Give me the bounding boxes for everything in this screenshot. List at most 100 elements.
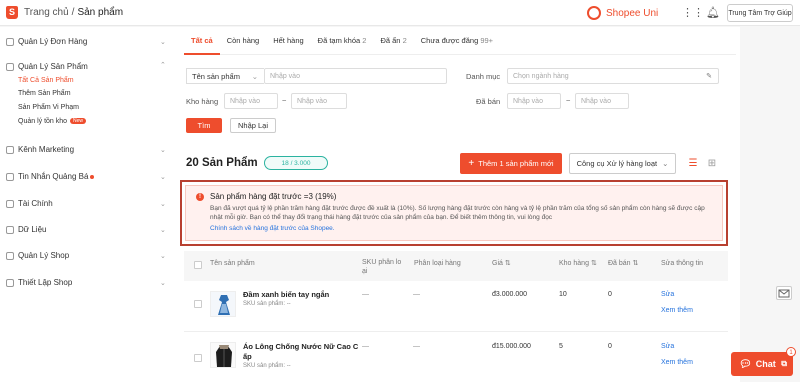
col-sku-var: SKU phân lo — [362, 259, 402, 266]
product-name-cont[interactable]: ấp — [243, 352, 252, 362]
sidebar-item-data[interactable]: Dữ Liệu — [6, 225, 46, 234]
product-quota-badge: 18 / 3.000 — [264, 156, 328, 170]
stock-cell: 10 — [559, 291, 567, 298]
pencil-icon: ✎ — [706, 73, 712, 80]
sidebar-subitem-add-product[interactable]: Thêm Sản Phẩm — [18, 90, 71, 97]
col-edit: Sửa thông tin — [661, 260, 704, 267]
new-badge: New — [70, 118, 87, 125]
tab-unpublished[interactable]: Chưa được đăng 99+ — [414, 27, 500, 55]
col-price[interactable]: Giá ⇅ — [492, 259, 511, 268]
chevron-down-icon[interactable]: ⌄ — [160, 173, 166, 181]
search-button[interactable]: Tìm — [186, 118, 222, 133]
bag-icon — [6, 62, 14, 71]
chevron-down-icon[interactable]: ⌄ — [160, 279, 166, 287]
wallet-icon — [6, 199, 14, 208]
chevron-down-icon[interactable]: ⌄ — [160, 38, 166, 46]
chevron-down-icon[interactable]: ⌄ — [160, 146, 166, 154]
view-more-link[interactable]: Xem thêm — [661, 359, 693, 366]
sidebar-item-orders[interactable]: Quản Lý Đơn Hàng — [6, 37, 87, 46]
breadcrumb-home[interactable]: Trang chủ — [24, 7, 69, 18]
placeholder: Nhập vào — [230, 97, 260, 105]
edit-link[interactable]: Sửa — [661, 291, 674, 298]
chevron-down-icon[interactable]: ⌄ — [160, 226, 166, 234]
price-cell: đ15.000.000 — [492, 343, 531, 350]
name-field-select[interactable]: Tên sản phẩm ⌄ — [186, 68, 264, 84]
placeholder: Nhập vào — [297, 97, 327, 105]
chart-icon — [6, 225, 14, 234]
name-search-input[interactable]: Nhập vào — [264, 68, 447, 84]
sidebar-item-settings[interactable]: Thiết Lập Shop — [6, 278, 72, 287]
sidebar-subitem-all-products[interactable]: Tất Cả Sản Phẩm — [18, 77, 74, 84]
placeholder: Chọn ngành hàng — [513, 72, 569, 80]
chevron-down-icon[interactable]: ⌄ — [160, 200, 166, 208]
row-checkbox[interactable] — [194, 300, 202, 308]
warning-title: Sản phẩm hàng đặt trước =3 (19%) — [210, 192, 337, 201]
sold-max-input[interactable]: Nhập vào — [575, 93, 629, 109]
notification-dot — [90, 174, 95, 179]
stock-max-input[interactable]: Nhập vào — [291, 93, 347, 109]
add-product-button[interactable]: + Thêm 1 sản phẩm mới — [460, 153, 562, 174]
message-icon — [6, 172, 14, 181]
col-stock[interactable]: Kho hàng ⇅ — [559, 259, 597, 268]
col-variant: Phân loại hàng — [414, 260, 461, 267]
preorder-policy-link[interactable]: Chính sách về hàng đặt trước của Shopee. — [210, 225, 335, 232]
edit-link[interactable]: Sửa — [661, 343, 674, 350]
bell-icon[interactable]: 🔔︎ — [706, 7, 720, 19]
reset-button[interactable]: Nhập Lại — [230, 118, 276, 133]
name-select-value: Tên sản phẩm — [192, 71, 240, 81]
range-separator: ~ — [566, 96, 571, 105]
sidebar-subitem-inventory[interactable]: Quản lý tồn kho New — [18, 118, 87, 125]
help-center-button[interactable]: Trung Tâm Trợ Giúp — [727, 4, 793, 22]
shopee-uni-icon — [587, 6, 601, 20]
bulk-tools-dropdown[interactable]: Công cụ Xử lý hàng loạt ⌄ — [569, 153, 676, 174]
tab-out-of-stock[interactable]: Hết hàng — [266, 27, 310, 55]
sidebar-item-label: Quản Lý Shop — [18, 251, 70, 260]
breadcrumb-separator: / — [71, 7, 75, 18]
tab-label: Đã tạm khóa — [317, 36, 361, 45]
tab-all[interactable]: Tất cả — [184, 27, 220, 55]
tab-label: Còn hàng — [226, 36, 260, 45]
sort-icon: ⇅ — [590, 260, 597, 267]
grid-view-icon[interactable]: ⊞ — [703, 155, 721, 173]
sku-variant-cell: — — [362, 291, 369, 298]
product-thumbnail[interactable] — [210, 291, 236, 317]
table-header: Tên sản phẩm SKU phân lo ại Phân loại hà… — [184, 251, 728, 281]
list-view-icon[interactable]: ☰ — [684, 155, 702, 173]
apps-grid-icon[interactable]: ⋮⋮ — [682, 7, 704, 19]
chat-bubble-icon: 💬︎ — [739, 358, 752, 370]
product-name[interactable]: Áo Lông Chống Nước Nữ Cao C — [243, 342, 358, 352]
mail-icon[interactable] — [776, 286, 792, 300]
chevron-up-icon[interactable]: ⌃ — [160, 61, 166, 69]
placeholder: Nhập vào — [270, 72, 300, 80]
sold-min-input[interactable]: Nhập vào — [507, 93, 561, 109]
select-all-checkbox[interactable] — [194, 261, 202, 269]
tab-hidden[interactable]: Đã ẩn 2 — [373, 27, 413, 55]
col-sold[interactable]: Đã bán ⇅ — [608, 259, 638, 268]
main-panel: Tất cả Còn hàng Hết hàng Đã tạm khóa 2 Đ… — [172, 27, 740, 382]
sold-cell: 0 — [608, 343, 612, 350]
shopee-uni-link[interactable]: Shopee Uni — [587, 6, 658, 20]
top-header: Trang chủ / Sản phẩm Shopee Uni ⋮⋮ 🔔︎ Tr… — [0, 0, 800, 26]
sidebar-item-marketing[interactable]: Kênh Marketing — [6, 145, 74, 154]
chat-button[interactable]: 💬︎ Chat ⧉ — [731, 352, 793, 376]
chevron-down-icon[interactable]: ⌄ — [160, 252, 166, 260]
sidebar-item-ads[interactable]: Tin Nhắn Quảng Bá — [6, 172, 95, 181]
product-name[interactable]: Đầm xanh biển tay ngắn — [243, 290, 329, 300]
tab-in-stock[interactable]: Còn hàng — [220, 27, 267, 55]
sidebar-item-products[interactable]: Quản Lý Sản Phẩm — [6, 62, 88, 71]
view-more-link[interactable]: Xem thêm — [661, 307, 693, 314]
stock-min-input[interactable]: Nhập vào — [224, 93, 278, 109]
shopee-logo-icon[interactable] — [6, 6, 18, 19]
sidebar-item-label: Quản Lý Đơn Hàng — [18, 37, 88, 46]
stock-cell: 5 — [559, 343, 563, 350]
category-select[interactable]: Chọn ngành hàng ✎ — [507, 68, 719, 84]
add-product-label: Thêm 1 sản phẩm mới — [478, 159, 554, 168]
product-thumbnail[interactable] — [210, 342, 236, 368]
sidebar-item-shop[interactable]: Quản Lý Shop — [6, 251, 69, 260]
tab-locked[interactable]: Đã tạm khóa 2 — [311, 27, 374, 55]
gear-icon — [6, 278, 14, 287]
variant-cell: — — [413, 343, 420, 350]
row-checkbox[interactable] — [194, 354, 202, 362]
sidebar-subitem-violations[interactable]: Sản Phẩm Vi Phạm — [18, 104, 79, 111]
sidebar-item-finance[interactable]: Tài Chính — [6, 199, 53, 208]
